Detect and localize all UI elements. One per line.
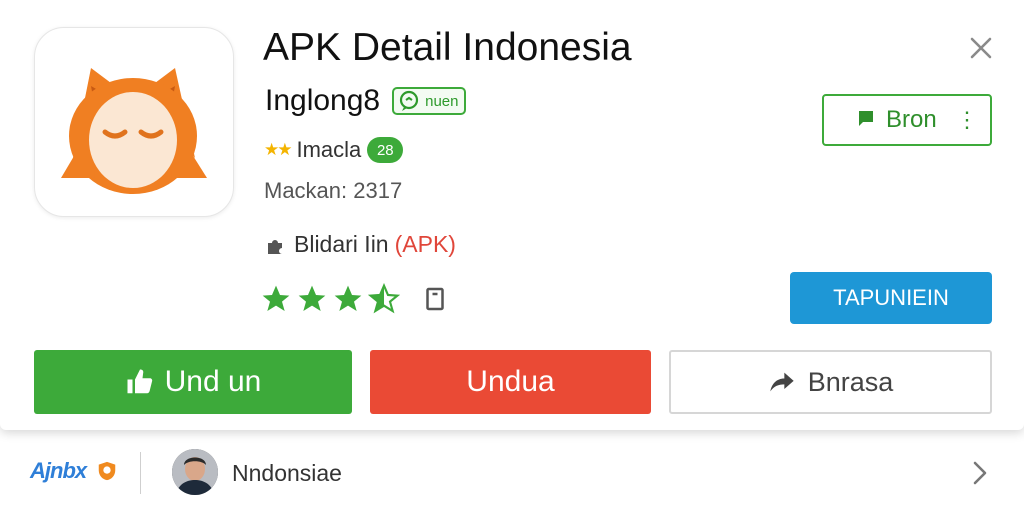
share-button-label: Bnrasa [807,366,894,397]
puzzle-icon [268,239,282,254]
footer-name: Nndonsiae [232,460,342,486]
source-text: Blidari Iin [294,231,389,257]
thumbs-up-icon [127,369,152,394]
close-button[interactable] [963,30,999,66]
star-icon [334,285,362,311]
shield-icon [98,461,116,481]
app-subtitle: Inglong8 [265,84,381,117]
footer-divider [140,452,141,494]
share-button[interactable]: Bnrasa [669,350,992,414]
footer-brand[interactable]: Ajnbx [30,458,118,484]
close-icon [970,37,992,59]
category-tag[interactable]: nuen [392,87,467,115]
save-button[interactable]: Bron ⋮ [822,94,992,146]
download-button-label: Und un [164,365,262,398]
avatar[interactable] [172,449,218,495]
app-detail-card: APK Detail Indonesia Inglong8 nuen ★★ Im… [0,0,1024,430]
chat-bubble-icon [400,90,419,111]
more-options-icon[interactable]: ⋮ [956,109,978,131]
star-icon [262,285,290,311]
star-icon [298,285,326,311]
save-button-label: Bron [886,106,937,133]
download-button[interactable]: Und un [34,350,352,414]
share-icon [770,372,794,392]
bookmark-icon[interactable] [420,284,450,314]
brand-logo: Ajnbx [30,458,87,483]
star-rating [260,283,450,315]
fox-face-icon [61,68,207,194]
chevron-right-icon[interactable] [968,458,992,488]
unduh-button[interactable]: Undua [370,350,651,414]
install-button[interactable]: TAPUNIEIN [790,272,992,324]
source-apk-label: (APK) [394,231,456,257]
tag-label: nuen [425,92,459,110]
small-stars-icon: ★★ [264,140,293,159]
person-avatar-icon [172,449,218,495]
source-row: Blidari Iin (APK) [264,231,456,258]
rating-row: ★★ Imacla 28 [264,137,404,163]
rating-label: Imacla [296,137,362,162]
rating-badge: 28 [367,137,404,163]
meta-info: Mackan: 2317 [264,178,403,203]
half-star-icon [368,283,400,314]
subtitle-row: Inglong8 nuen [265,84,467,118]
flag-icon [859,111,873,126]
app-title: APK Detail Indonesia [263,26,632,69]
app-icon[interactable] [34,27,234,217]
